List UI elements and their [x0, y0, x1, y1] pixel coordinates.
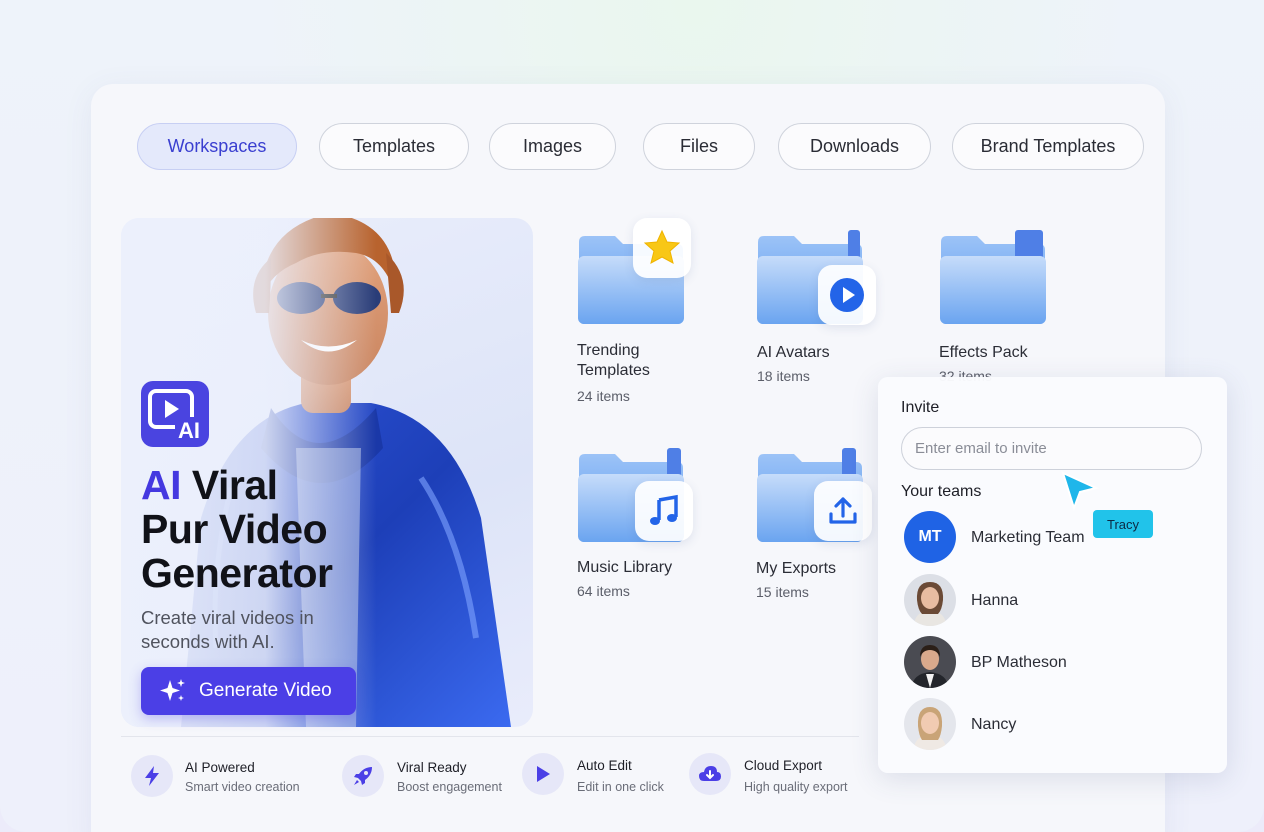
avatar-hanna[interactable]	[904, 574, 956, 626]
folder-title-music-library: Music Library	[577, 559, 673, 576]
tab-workspaces[interactable]: Workspaces	[137, 123, 297, 170]
music-note-icon	[650, 494, 678, 525]
team-avatar-marketing[interactable]: MT	[904, 511, 956, 563]
member-name-bp-matheson[interactable]: BP Matheson	[971, 654, 1067, 672]
feature-title-cloud-export: Cloud Export	[744, 758, 823, 773]
feature-viral-ready-icon-wrap	[342, 755, 384, 797]
folder-title-ai-avatars: AI Avatars	[757, 344, 830, 361]
feature-subtitle-cloud-export: High quality export	[744, 780, 848, 794]
folder-count-ai-avatars: 18 items	[757, 368, 810, 384]
feature-cloud-export-icon-wrap	[689, 753, 731, 795]
sparkle-icon	[160, 679, 185, 701]
upload-badge	[814, 481, 872, 541]
folder-effects-pack[interactable]	[939, 228, 1055, 326]
svg-text:AI: AI	[178, 418, 200, 443]
folder-title-trending-templates: Trending Templates	[577, 342, 650, 379]
member-name-hanna[interactable]: Hanna	[971, 592, 1018, 610]
avatar-nancy[interactable]	[904, 698, 956, 750]
cloud-download-icon	[699, 766, 721, 781]
tab-downloads[interactable]: Downloads	[778, 123, 931, 170]
features-divider	[121, 736, 859, 737]
feature-title-auto-edit: Auto Edit	[577, 758, 632, 773]
folder-count-music-library: 64 items	[577, 583, 630, 599]
feature-subtitle-viral-ready: Boost engagement	[397, 780, 502, 794]
generate-video-button[interactable]: Generate Video	[141, 667, 356, 715]
hero-title-accent: AI	[141, 462, 182, 508]
tab-brand-templates[interactable]: Brand Templates	[952, 123, 1144, 170]
hero-title-line2: Pur Video	[141, 506, 328, 552]
member-name-nancy[interactable]: Nancy	[971, 716, 1016, 734]
rocket-icon	[354, 767, 372, 785]
hero-title-line3: Generator	[141, 550, 333, 596]
star-badge	[633, 218, 691, 278]
play-icon	[830, 278, 864, 312]
feature-title-viral-ready: Viral Ready	[397, 760, 467, 775]
upload-icon	[829, 497, 857, 524]
lightning-icon	[145, 766, 159, 786]
tab-files[interactable]: Files	[643, 123, 755, 170]
folder-count-my-exports: 15 items	[756, 584, 809, 600]
avatar-bp-matheson[interactable]	[904, 636, 956, 688]
feature-subtitle-ai-powered: Smart video creation	[185, 780, 300, 794]
generate-video-label: Generate Video	[199, 680, 332, 701]
your-teams-label: Your teams	[901, 483, 982, 500]
invite-email-input[interactable]	[901, 427, 1202, 470]
hero-title-line1: Viral	[191, 462, 278, 508]
team-name-marketing[interactable]: Marketing Team	[971, 529, 1085, 547]
folder-title-effects-pack: Effects Pack	[939, 344, 1028, 361]
invite-label: Invite	[901, 399, 940, 416]
feature-title-ai-powered: AI Powered	[185, 760, 255, 775]
hero-subtitle: Create viral videos in seconds with AI.	[141, 607, 314, 652]
folder-count-trending-templates: 24 items	[577, 388, 630, 404]
music-badge	[635, 481, 693, 541]
hero-title: AI Viral Pur Video Generator	[141, 463, 441, 595]
folder-title-my-exports: My Exports	[756, 560, 837, 577]
feature-auto-edit-icon-wrap	[522, 753, 564, 795]
pointer-cursor-icon	[1061, 471, 1100, 512]
feature-subtitle-auto-edit: Edit in one click	[577, 780, 664, 794]
play-icon	[537, 766, 550, 782]
star-icon	[643, 229, 681, 264]
play-badge	[818, 265, 876, 325]
video-ai-logo-icon: AI	[141, 381, 209, 447]
cursor-name-tag: Tracy	[1093, 510, 1153, 538]
feature-ai-powered-icon-wrap	[131, 755, 173, 797]
tab-images[interactable]: Images	[489, 123, 616, 170]
tab-templates[interactable]: Templates	[319, 123, 469, 170]
